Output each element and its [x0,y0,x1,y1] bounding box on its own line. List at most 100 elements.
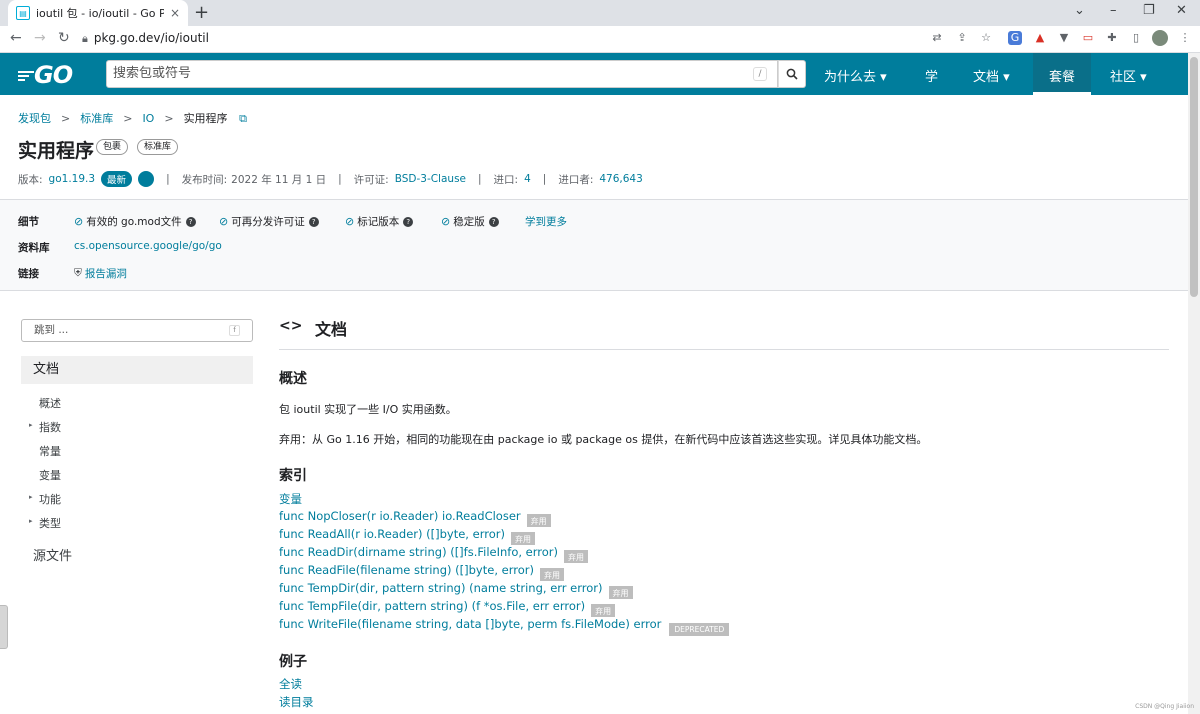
watermark: CSDN @Qing Jiaiion [1135,703,1194,710]
reload-icon[interactable]: ↻ [58,30,70,46]
overview-heading: 概述 [279,371,307,387]
scrollbar-thumb[interactable] [1190,57,1198,297]
nav-why-go[interactable]: 为什么去 ▾ [824,66,887,85]
deprecated-tag: 弃用 [539,568,564,581]
deprecated-tag: 弃用 [510,532,535,545]
detail-gomod[interactable]: ⊘ 有效的 go.mod文件? [74,214,196,229]
breadcrumb-discover[interactable]: 发现包 [18,112,51,125]
nav-docs[interactable]: 文档 ▾ [973,66,1010,85]
sidebar-item-types[interactable]: 类型 [39,515,61,531]
jump-to-input[interactable]: 跳到 ... f [21,319,253,342]
repo-label: 资料库 [18,242,50,254]
back-icon[interactable]: ← [10,30,22,46]
minimize-button[interactable]: – [1110,3,1117,18]
deprecated-tag: 弃用 [591,604,616,617]
page-title: 实用程序 [18,140,95,162]
detail-stable[interactable]: ⊘ 稳定版? [441,214,499,229]
ext-v-icon[interactable]: ▼ [1057,31,1071,45]
index-func-writefile[interactable]: func WriteFile(filename string, data []b… [279,617,730,636]
report-vuln-link[interactable]: ⛨ 报告漏洞 [74,266,127,281]
forward-icon[interactable]: → [34,30,46,46]
avatar-icon[interactable] [1152,30,1168,46]
check-circle-icon: ⊘ [219,215,229,228]
imports-link[interactable]: 4 [524,173,531,185]
check-circle-icon: ⊘ [74,215,84,228]
browser-tab-strip: ▤ ioutil 包 - io/ioutil - Go Package × + … [0,0,1200,26]
learn-more-link[interactable]: 学到更多 [525,214,567,229]
search-shortcut-hint: / [753,67,767,81]
close-window-button[interactable]: ✕ [1176,3,1187,18]
close-tab-icon[interactable]: × [170,6,180,20]
sidebar-item-functions[interactable]: 功能 [39,491,61,507]
url-field[interactable]: 🔒︎ pkg.go.dev/io/ioutil [82,31,209,46]
search-input[interactable]: 搜索包或符号 / [106,60,778,88]
detail-license[interactable]: ⊘ 可再分发许可证? [219,214,319,229]
index-func-readall[interactable]: func ReadAll(r io.Reader) ([]byte, error… [279,527,535,545]
index-func-tempfile[interactable]: func TempFile(dir, pattern string) (f *o… [279,599,616,617]
lock-icon: 🔒︎ [82,32,88,45]
help-icon: ? [403,216,414,227]
importers-link[interactable]: 476,643 [599,173,642,185]
version-link[interactable]: go1.19.3 [49,173,96,185]
sidebar-item-overview[interactable]: 概述 [39,395,61,411]
sidebar-item-index[interactable]: 指数 [39,419,61,435]
nav-community[interactable]: 社区 ▾ [1110,66,1147,85]
code-icon: <> [279,318,303,334]
ext-translate-icon[interactable]: G [1008,31,1022,45]
index-func-tempdir[interactable]: func TempDir(dir, pattern string) (name … [279,581,633,599]
breadcrumb-io[interactable]: IO [142,112,154,125]
star-icon[interactable]: ☆ [979,31,993,45]
menu-icon[interactable]: ⋮ [1178,31,1192,45]
restore-button[interactable]: ❐ [1143,3,1155,18]
browser-tab[interactable]: ▤ ioutil 包 - io/ioutil - Go Package × [8,0,188,26]
check-circle-icon: ⊘ [345,215,355,228]
sidepanel-icon[interactable]: ▯ [1129,31,1143,45]
index-variables-link[interactable]: 变量 [279,491,302,507]
deprecated-tag: 弃用 [526,514,551,527]
url-text: pkg.go.dev/io/ioutil [93,31,209,45]
example-readdir-link[interactable]: 读目录 [279,694,314,710]
repo-link[interactable]: cs.opensource.google/go/go [74,240,222,252]
help-icon: ? [185,216,196,227]
sidebar-item-source-files[interactable]: 源文件 [33,545,72,564]
links-label: 链接 [18,268,39,280]
translate-icon[interactable]: ⇄ [930,31,944,45]
expand-icon[interactable]: ▸ [29,421,33,429]
index-func-readfile[interactable]: func ReadFile(filename string) ([]byte, … [279,563,564,581]
nav-learn[interactable]: 学 [925,66,938,85]
sidebar-item-documentation[interactable]: 文档 [21,356,253,384]
share-icon[interactable]: ⇪ [955,31,969,45]
ext-box-icon[interactable]: ▭ [1081,31,1095,45]
sidebar-item-constants[interactable]: 常量 [39,443,61,459]
nav-packages[interactable]: 套餐 [1033,53,1092,95]
version-info-icon[interactable] [138,171,155,187]
deprecated-tag: 弃用 [564,550,589,563]
new-tab-button[interactable]: + [194,2,209,23]
index-func-nopcloser[interactable]: func NopCloser(r io.Reader) io.ReadClose… [279,509,551,527]
ext-a-icon[interactable]: ▲ [1033,31,1047,45]
search-button[interactable] [778,60,806,88]
details-panel: 细节 ⊘ 有效的 go.mod文件? ⊘ 可再分发许可证? ⊘ 标记版本? ⊘ 稳定版?… [0,199,1188,291]
example-readall-link[interactable]: 全读 [279,676,302,692]
page-scrollbar[interactable] [1188,53,1200,714]
puzzle-icon[interactable]: ✚ [1105,31,1119,45]
license-link[interactable]: BSD-3-Clause [395,173,466,185]
address-bar-row: ← → ↻ 🔒︎ pkg.go.dev/io/ioutil ⇄ ⇪ ☆ G ▲ ▼… [0,26,1200,53]
expand-icon[interactable]: ▸ [29,517,33,525]
latest-badge[interactable]: 最新 [101,171,133,187]
expand-icon[interactable]: ▸ [29,493,33,501]
help-icon: ? [488,216,499,227]
breadcrumb-stdlib[interactable]: 标准库 [80,112,113,125]
doc-header: <> 文档 [279,316,1169,350]
favicon-icon: ▤ [16,6,30,20]
sidebar-item-variables[interactable]: 变量 [39,467,61,483]
detail-tagged[interactable]: ⊘ 标记版本? [345,214,414,229]
deprecated-tag: 弃用 [608,586,633,599]
index-func-readdir[interactable]: func ReadDir(dirname string) ([]fs.FileI… [279,545,589,563]
shield-icon: ⛨ [74,267,82,279]
side-handle[interactable] [0,605,8,649]
copy-icon[interactable]: ⧉ [239,112,247,125]
go-logo[interactable]: GO [18,61,73,89]
tab-search-icon[interactable]: ⌄ [1074,3,1085,18]
details-label: 细节 [18,216,39,228]
